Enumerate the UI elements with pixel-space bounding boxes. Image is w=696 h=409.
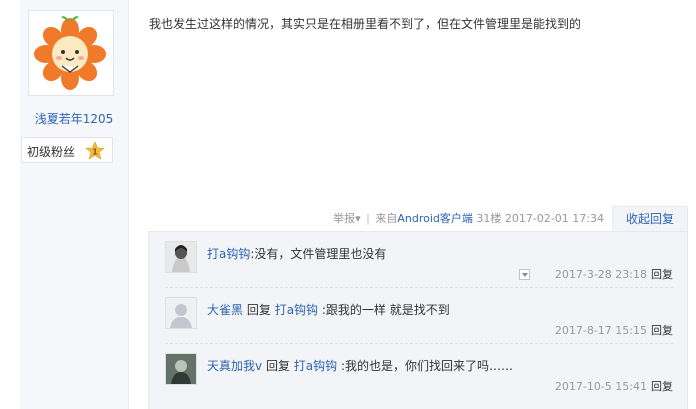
- reply-word: 回复: [246, 303, 271, 317]
- reply-author-link[interactable]: 天真加我v: [207, 359, 262, 373]
- reply-text: :跟我的一样 就是找不到: [321, 303, 450, 317]
- report-link[interactable]: 举报▾: [333, 212, 361, 225]
- reply-list: 打a钩钩:没有，文件管理里也没有 2017-3-28 23:18 回复 大雀黑 回…: [148, 231, 688, 409]
- floor-number: 31楼: [476, 212, 502, 225]
- reply-text-line: 大雀黑 回复 打a钩钩 :跟我的一样 就是找不到: [207, 301, 450, 318]
- default-avatar-icon: [166, 298, 196, 328]
- reply-time: 2017-10-5 15:41: [554, 380, 647, 393]
- author-name-link[interactable]: 浅夏若年1205: [20, 110, 128, 127]
- reply-time: 2017-8-17 15:15: [554, 324, 647, 337]
- reply-button[interactable]: 回复: [651, 380, 673, 393]
- post-content: 我也发生过这样的情况，其实只是在相册里看不到了，但在文件管理里是能找到的: [149, 17, 582, 31]
- fan-level-star-icon: 1: [85, 141, 105, 160]
- reply-button[interactable]: 回复: [651, 324, 673, 337]
- meta-separator: |: [366, 212, 370, 225]
- reply-button[interactable]: 回复: [651, 268, 673, 281]
- client-prefix: 来自: [375, 212, 398, 225]
- reply-avatar[interactable]: [165, 353, 197, 385]
- reply-time: 2017-3-28 23:18: [554, 268, 647, 281]
- reply-item: 打a钩钩:没有，文件管理里也没有 2017-3-28 23:18 回复: [165, 232, 673, 288]
- reply-target-link[interactable]: 打a钩钩: [275, 303, 318, 317]
- reply-avatar[interactable]: [165, 297, 197, 329]
- reply-avatar[interactable]: [165, 241, 197, 273]
- author-avatar[interactable]: [28, 10, 114, 96]
- reply-word: 回复: [265, 359, 290, 373]
- reply-footer: 2017-8-17 15:15 回复: [555, 322, 673, 338]
- author-panel: 浅夏若年1205 初级粉丝 1: [20, 0, 129, 409]
- fan-level-label: 初级粉丝: [27, 145, 76, 159]
- reply-text: :我的也是，你们找回来了吗……: [340, 359, 514, 373]
- reply-footer: 2017-3-28 23:18 回复: [555, 266, 673, 282]
- reply-author-link[interactable]: 打a钩钩: [207, 247, 250, 261]
- reply-item: 大雀黑 回复 打a钩钩 :跟我的一样 就是找不到 2017-8-17 15:15…: [165, 288, 673, 344]
- fan-level-number: 1: [92, 148, 98, 157]
- post-time: 2017-02-01 17:34: [504, 212, 604, 225]
- reply-text-line: 打a钩钩:没有，文件管理里也没有: [207, 245, 386, 262]
- client-link[interactable]: Android客户端: [397, 212, 473, 225]
- report-caret-icon: ▾: [355, 212, 361, 225]
- expand-dropdown-icon[interactable]: [519, 269, 530, 280]
- reply-footer: 2017-10-5 15:41 回复: [555, 378, 673, 394]
- reply-text-line: 天真加我v 回复 打a钩钩 :我的也是，你们找回来了吗……: [207, 357, 513, 374]
- reply-author-link[interactable]: 大雀黑: [207, 303, 243, 317]
- collapse-replies-button[interactable]: 收起回复: [612, 206, 688, 232]
- reply-item: 天真加我v 回复 打a钩钩 :我的也是，你们找回来了吗…… 2017-10-5 …: [165, 344, 673, 400]
- sunflower-avatar-icon: [30, 12, 110, 92]
- fan-level-badge[interactable]: 初级粉丝 1: [21, 137, 113, 163]
- post-meta: 举报▾ | 来自Android客户端 31楼 2017-02-01 17:34: [333, 210, 604, 226]
- reply-text: :没有，文件管理里也没有: [250, 247, 387, 261]
- reply-target-link[interactable]: 打a钩钩: [294, 359, 337, 373]
